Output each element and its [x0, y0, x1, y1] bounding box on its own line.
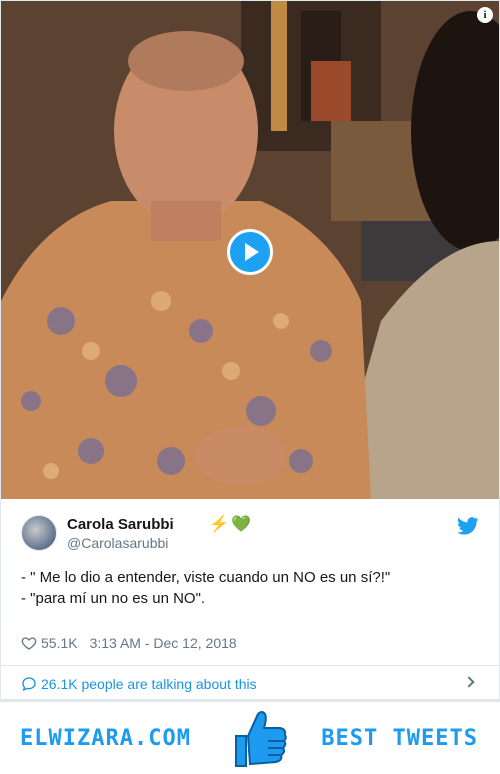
- avatar[interactable]: [21, 515, 57, 551]
- tweet-timestamp[interactable]: 3:13 AM - Dec 12, 2018: [90, 635, 237, 651]
- play-icon: [245, 243, 259, 261]
- twitter-bird-icon[interactable]: [457, 517, 479, 535]
- conversation-count[interactable]: 26.1K people are talking about this: [41, 676, 257, 692]
- author-handle[interactable]: @Carolasarubbi: [67, 535, 168, 551]
- play-button[interactable]: [227, 229, 273, 275]
- tweet-text-line: - "para mí un no es un NO".: [21, 590, 206, 607]
- tweet-card: i Carola Sarubbi ⚡ 💚 @Carolasarubbi - " …: [0, 0, 500, 700]
- site-name: ELWIZARA.COM: [20, 726, 191, 751]
- heart-icon[interactable]: [21, 635, 37, 651]
- banner-tagline: BEST TWEETS: [321, 726, 478, 751]
- speech-bubble-icon: [22, 677, 36, 692]
- tweet-text: - " Me lo dio a entender, viste cuando u…: [21, 567, 481, 609]
- tweet-author[interactable]: Carola Sarubbi ⚡ 💚 @Carolasarubbi: [21, 513, 479, 553]
- chevron-right-icon[interactable]: [463, 676, 475, 688]
- conversation-link[interactable]: 26.1K people are talking about this: [21, 674, 479, 694]
- tweet-meta: 55.1K 3:13 AM - Dec 12, 2018: [21, 635, 237, 651]
- like-count[interactable]: 55.1K: [41, 635, 78, 651]
- green-heart-emoji: 💚: [231, 516, 251, 533]
- footer-banner: ELWIZARA.COM BEST TWEETS: [0, 700, 500, 774]
- info-icon[interactable]: i: [477, 7, 493, 23]
- tweet-video[interactable]: i: [1, 1, 499, 499]
- tweet-text-line: - " Me lo dio a entender, viste cuando u…: [21, 569, 391, 586]
- divider: [1, 665, 500, 666]
- author-name[interactable]: Carola Sarubbi: [67, 516, 174, 533]
- lightning-emoji: ⚡: [209, 516, 229, 533]
- thumbs-up-icon: [235, 711, 287, 767]
